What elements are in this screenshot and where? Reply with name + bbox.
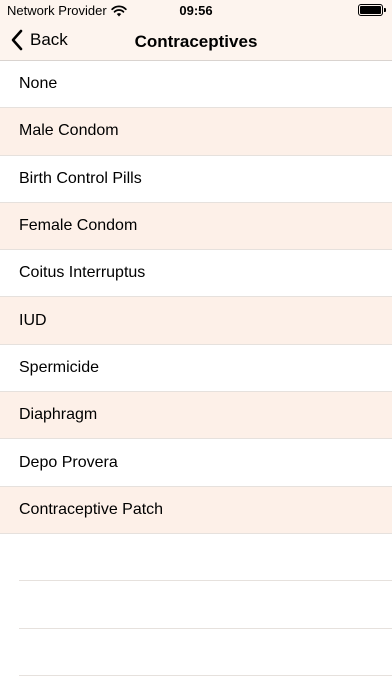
list-item-iud[interactable]: IUD	[0, 297, 392, 345]
list-item-label: Diaphragm	[19, 406, 98, 424]
list-item-label: None	[19, 75, 58, 93]
battery-icon	[358, 4, 386, 16]
list-item-label: Male Condom	[19, 122, 119, 140]
list-item-label: Birth Control Pills	[19, 169, 142, 187]
list-item-label: Coitus Interruptus	[19, 264, 146, 282]
list-item-male-condom[interactable]: Male Condom	[0, 108, 392, 156]
navigation-bar: Back Contraceptives	[0, 22, 392, 61]
list-item-female-condom[interactable]: Female Condom	[0, 202, 392, 251]
list-item-label: IUD	[19, 311, 47, 329]
list-item-none[interactable]: None	[0, 61, 392, 109]
list-item-contraceptive-patch[interactable]: Contraceptive Patch	[0, 486, 392, 534]
list-item-coitus-interruptus[interactable]: Coitus Interruptus	[0, 250, 392, 298]
empty-row	[19, 534, 392, 582]
empty-list-area	[0, 534, 392, 676]
page-title: Contraceptives	[134, 32, 258, 51]
status-bar: Network Provider 09:56	[0, 0, 392, 22]
empty-row	[19, 581, 392, 629]
list-item-spermicide[interactable]: Spermicide	[0, 345, 392, 393]
list-item-depo-provera[interactable]: Depo Provera	[0, 439, 392, 487]
empty-row	[19, 629, 392, 676]
contraceptive-list: None Male Condom Birth Control Pills Fem…	[0, 61, 392, 534]
list-item-label: Depo Provera	[19, 453, 118, 471]
list-item-label: Female Condom	[19, 217, 138, 235]
status-time: 09:56	[179, 3, 213, 18]
list-item-label: Contraceptive Patch	[19, 500, 164, 518]
list-item-birth-control-pills[interactable]: Birth Control Pills	[0, 156, 392, 203]
list-item-diaphragm[interactable]: Diaphragm	[0, 392, 392, 440]
list-item-label: Spermicide	[19, 358, 100, 376]
